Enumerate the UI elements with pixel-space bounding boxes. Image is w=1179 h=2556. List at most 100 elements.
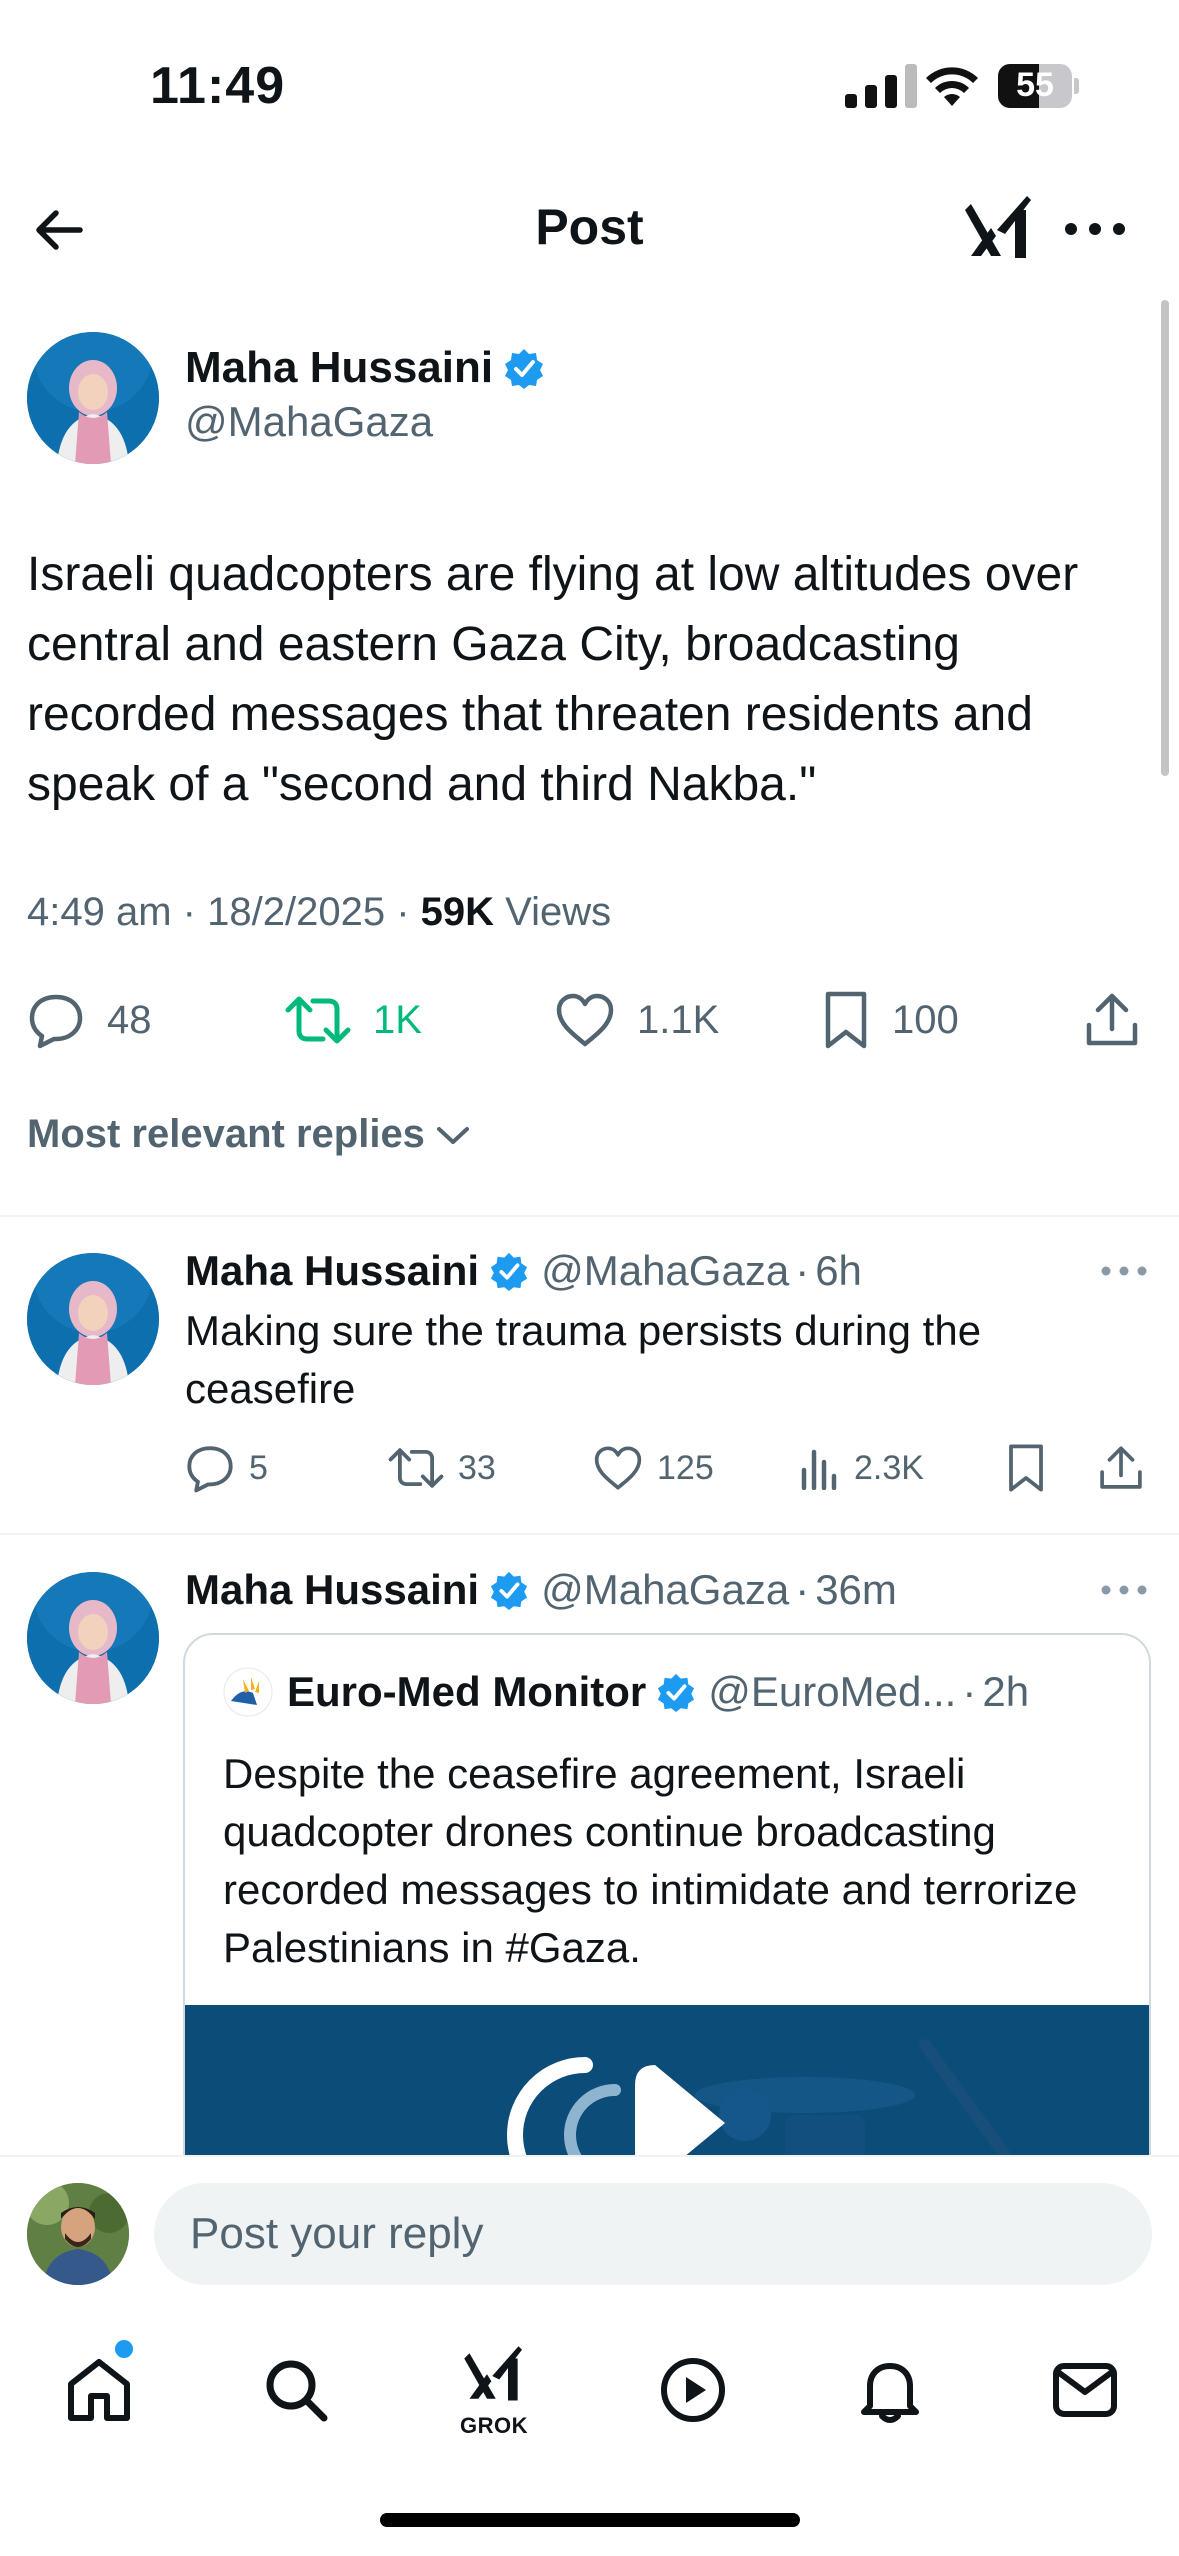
search-icon (266, 2360, 328, 2422)
divider (0, 1533, 1179, 1535)
reply-like-count: 125 (657, 1448, 714, 1487)
bookmark-icon (825, 991, 867, 1049)
meta-separator: · (396, 890, 410, 934)
sort-replies-dropdown[interactable]: Most relevant replies (27, 1112, 471, 1157)
like-button[interactable]: 1.1K (555, 985, 719, 1055)
reply-share-button[interactable] (1098, 1438, 1144, 1498)
repost-icon (285, 996, 351, 1044)
post-actions: 48 1K 1.1K 100 (0, 985, 1179, 1055)
reply-text: Making sure the trauma persists during t… (185, 1307, 982, 1412)
repost-count: 1K (373, 997, 422, 1042)
scrollbar[interactable] (1161, 300, 1169, 776)
reply-button[interactable]: 48 (27, 985, 152, 1055)
repost-button[interactable]: 1K (285, 985, 422, 1055)
post-text: Israeli quadcopters are flying at low al… (27, 548, 1079, 811)
bookmark-button[interactable]: 100 (822, 985, 959, 1055)
status-bar: 11:49 55 (0, 0, 1179, 170)
verified-badge-icon (490, 1252, 528, 1291)
views-label: Views (505, 890, 612, 934)
author-name[interactable]: Maha Hussaini (185, 343, 493, 393)
verified-badge-icon (505, 349, 544, 389)
reply-actions: 5 33 125 2.3K (0, 1438, 1179, 1498)
author-avatar[interactable] (27, 332, 159, 464)
heart-icon (556, 993, 614, 1047)
cellular-signal-icon (845, 64, 917, 108)
like-count: 1.1K (637, 997, 720, 1042)
reply-author-handle[interactable]: @MahaGaza (541, 1247, 789, 1295)
views-count: 59K (420, 890, 495, 934)
reply-views-button[interactable]: 2.3K (800, 1438, 924, 1498)
author-handle[interactable]: @MahaGaza (185, 398, 433, 446)
repost-icon (388, 1448, 444, 1488)
share-icon (1086, 993, 1138, 1046)
reply-repost-count: 33 (458, 1448, 496, 1487)
reply-avatar[interactable] (27, 1253, 159, 1385)
share-icon (1100, 1446, 1142, 1489)
chevron-down-icon (436, 1126, 469, 1144)
meta-separator: · (962, 1668, 977, 1715)
bookmark-count: 100 (892, 997, 959, 1042)
quote-author-handle: @EuroMed... (708, 1668, 957, 1715)
post-time: 4:49 am (27, 890, 172, 934)
verified-badge-icon (658, 1673, 695, 1712)
reply-bookmark-button[interactable] (1006, 1438, 1046, 1498)
reply-like-button[interactable]: 125 (593, 1438, 714, 1498)
grok-icon (464, 2346, 522, 2401)
reply-time: 6h (815, 1247, 862, 1294)
meta-separator: · (795, 1247, 810, 1294)
reply-time: 36m (815, 1566, 897, 1613)
grok-label: GROK (460, 2413, 528, 2438)
tab-messages[interactable] (1025, 2330, 1145, 2450)
heart-icon (594, 1446, 642, 1490)
home-indicator[interactable] (380, 2513, 800, 2527)
tab-video[interactable] (633, 2330, 753, 2450)
reply-header: Maha Hussaini @MahaGaza · 6h (185, 1243, 862, 1299)
reply-more-icon[interactable] (1100, 1264, 1148, 1278)
reply-author-name[interactable]: Maha Hussaini (185, 1566, 479, 1614)
sort-label: Most relevant replies (27, 1112, 425, 1156)
divider (0, 1215, 1179, 1217)
my-avatar[interactable] (27, 2183, 129, 2285)
tab-notifications[interactable] (830, 2330, 950, 2450)
tab-search[interactable] (236, 2330, 356, 2450)
battery-level: 55 (1016, 66, 1054, 104)
tab-grok[interactable]: GROK (434, 2330, 554, 2450)
grok-icon[interactable] (963, 190, 1035, 270)
status-time: 11:49 (150, 57, 286, 115)
reply-icon (29, 994, 83, 1049)
share-button[interactable] (1084, 985, 1140, 1055)
reply-reply-count: 5 (249, 1448, 268, 1487)
play-circle-icon (661, 2358, 725, 2422)
reply-avatar[interactable] (27, 1572, 159, 1704)
reply-header: Maha Hussaini @MahaGaza · 36m (185, 1562, 897, 1618)
meta-separator: · (182, 890, 196, 934)
battery-icon: 55 (998, 64, 1079, 108)
quote-time: 2h (982, 1668, 1030, 1715)
bell-icon (861, 2363, 919, 2423)
post-meta: 4:49 am · 18/2/2025 · 59K Views (27, 890, 611, 935)
post-date: 18/2/2025 (207, 890, 386, 934)
wifi-icon (926, 67, 978, 106)
verified-badge-icon (490, 1571, 528, 1610)
home-icon (68, 2359, 130, 2421)
reply-input[interactable]: Post your reply (154, 2183, 1152, 2285)
reply-icon (187, 1446, 233, 1493)
more-options-icon[interactable] (1062, 214, 1128, 244)
tab-home[interactable] (39, 2330, 159, 2450)
reply-composer: Post your reply (0, 2155, 1179, 2290)
quote-text: Despite the ceasefire agreement, Israeli… (223, 1750, 1078, 1971)
quote-author-name: Euro-Med Monitor (287, 1668, 647, 1715)
reply-more-icon[interactable] (1100, 1583, 1148, 1597)
reply-repost-button[interactable]: 33 (388, 1438, 496, 1498)
reply-author-handle[interactable]: @MahaGaza (541, 1566, 789, 1614)
bottom-tab-bar: GROK (0, 2290, 1179, 2490)
top-navigation: Post (0, 180, 1179, 280)
reply-author-name[interactable]: Maha Hussaini (185, 1247, 479, 1295)
meta-separator: · (795, 1566, 810, 1613)
reply-reply-button[interactable]: 5 (185, 1438, 268, 1498)
bookmark-icon (1009, 1444, 1043, 1492)
mail-icon (1053, 2363, 1117, 2417)
reply-count: 48 (107, 997, 152, 1042)
views-chart-icon (801, 1449, 837, 1490)
notification-dot (115, 2340, 133, 2358)
